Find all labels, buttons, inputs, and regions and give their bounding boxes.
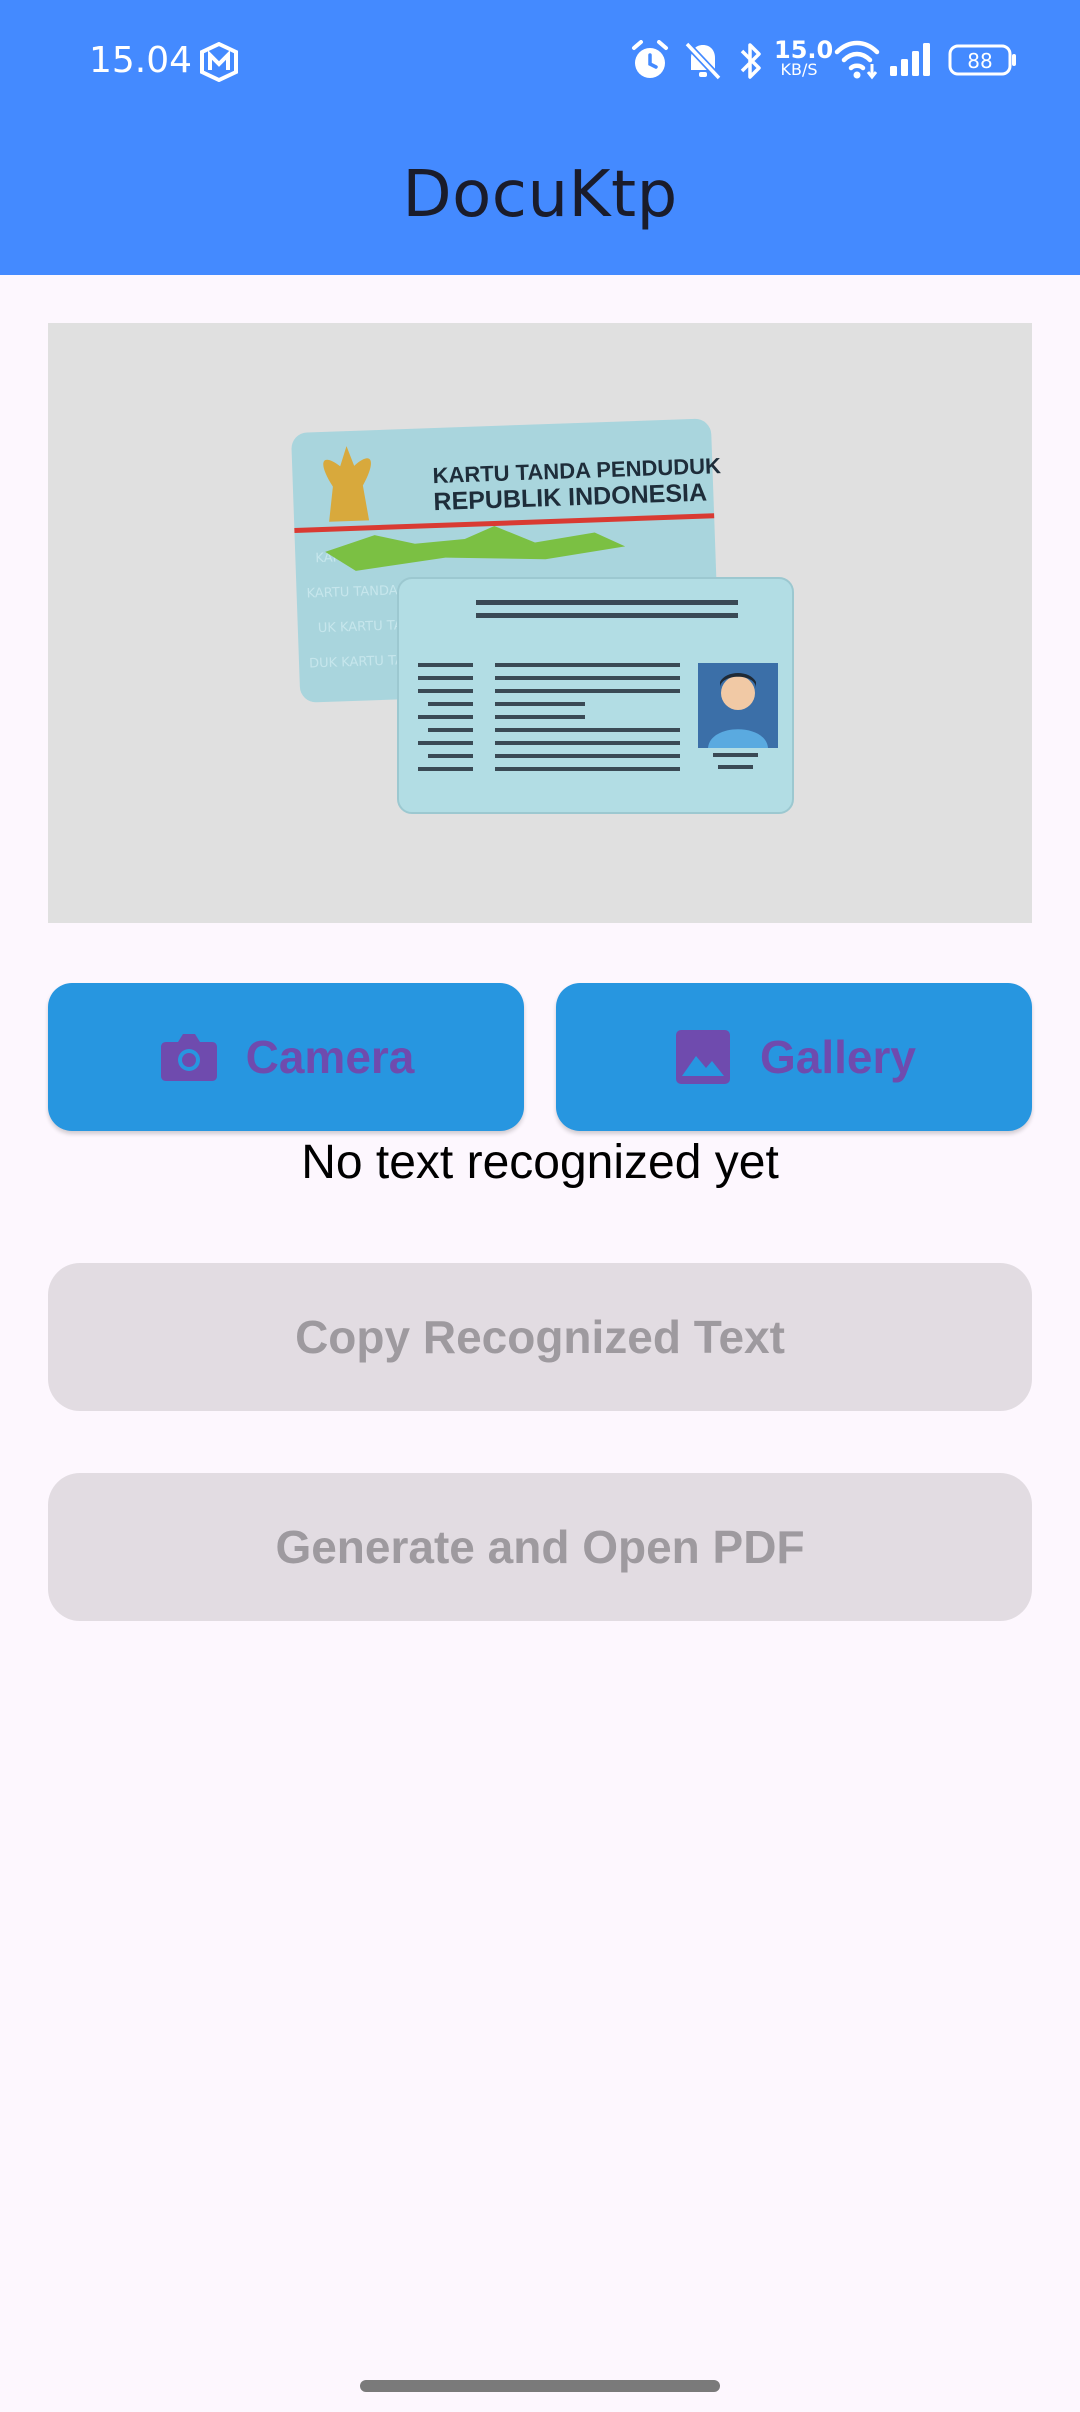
copy-recognized-text-button[interactable]: Copy Recognized Text xyxy=(48,1263,1032,1411)
home-indicator[interactable] xyxy=(360,2380,720,2392)
pdf-button-label: Generate and Open PDF xyxy=(275,1521,805,1573)
camera-button-label: Camera xyxy=(245,1031,415,1083)
image-preview: KARTU TANDA PENDUDUK KARTU TANDA KARTU T… xyxy=(48,323,1032,923)
generate-pdf-button[interactable]: Generate and Open PDF xyxy=(48,1473,1032,1621)
camera-icon xyxy=(158,1026,220,1088)
camera-button[interactable]: Camera xyxy=(48,983,524,1131)
recognized-text-output: No text recognized yet xyxy=(301,1136,779,1189)
status-time: 15.04 xyxy=(89,40,193,81)
alarm-icon xyxy=(630,40,670,87)
status-bar: 15.04 15.0 KB/S 88 xyxy=(0,0,1080,125)
battery-icon: 88 xyxy=(948,44,1018,76)
network-speed: 15.0 KB/S xyxy=(774,36,834,79)
network-speed-unit: KB/S xyxy=(780,60,818,79)
bluetooth-icon xyxy=(738,40,764,87)
copy-button-label: Copy Recognized Text xyxy=(295,1311,785,1363)
app-bar: DocuKtp xyxy=(0,125,1080,275)
wifi-icon xyxy=(834,40,880,85)
ktp-illustration: KARTU TANDA PENDUDUK KARTU TANDA KARTU T… xyxy=(291,418,794,814)
gallery-button-label: Gallery xyxy=(760,1031,916,1083)
image-icon xyxy=(672,1026,734,1088)
app-title: DocuKtp xyxy=(402,158,678,232)
signal-icon xyxy=(888,42,934,83)
gallery-button[interactable]: Gallery xyxy=(556,983,1032,1131)
m-app-icon xyxy=(198,41,240,83)
bell-off-icon xyxy=(683,40,723,87)
network-speed-value: 15.0 xyxy=(774,36,834,64)
battery-level: 88 xyxy=(967,49,993,73)
